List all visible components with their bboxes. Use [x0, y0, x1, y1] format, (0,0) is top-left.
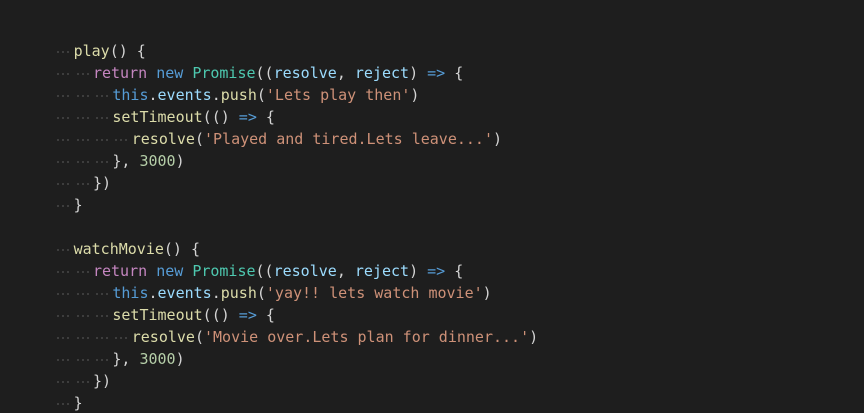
code-line[interactable]: setTimeout(() => { — [0, 282, 864, 324]
code-line[interactable]: resolve('Movie over.Lets plan for dinner… — [0, 304, 864, 346]
punctuation: } — [73, 394, 83, 412]
code-line[interactable]: }, 3000) — [0, 326, 864, 368]
indent-whitespace — [54, 392, 73, 413]
code-line[interactable]: return new Promise((resolve, reject) => … — [0, 40, 864, 82]
code-line[interactable]: this.events.push('Lets play then') — [0, 62, 864, 104]
code-line[interactable]: setTimeout(() => { — [0, 84, 864, 126]
code-line[interactable]: }) — [0, 150, 864, 192]
code-line[interactable]: } — [0, 370, 864, 412]
code-line[interactable]: }, 3000) — [0, 128, 864, 170]
code-line[interactable]: resolve('Played and tired.Lets leave...'… — [0, 106, 864, 148]
code-line[interactable]: play() { — [0, 18, 864, 60]
code-line[interactable]: this.events.push('yay!! lets watch movie… — [0, 260, 864, 302]
code-line-blank[interactable] — [0, 194, 864, 216]
code-line[interactable]: return new Promise((resolve, reject) => … — [0, 238, 864, 280]
code-line[interactable]: }) — [0, 348, 864, 390]
code-line[interactable]: } — [0, 172, 864, 214]
code-area[interactable]: play() { return new Promise((resolve, re… — [0, 18, 864, 412]
code-line[interactable]: watchMovie() { — [0, 216, 864, 258]
code-editor[interactable]: play() { return new Promise((resolve, re… — [0, 0, 864, 413]
